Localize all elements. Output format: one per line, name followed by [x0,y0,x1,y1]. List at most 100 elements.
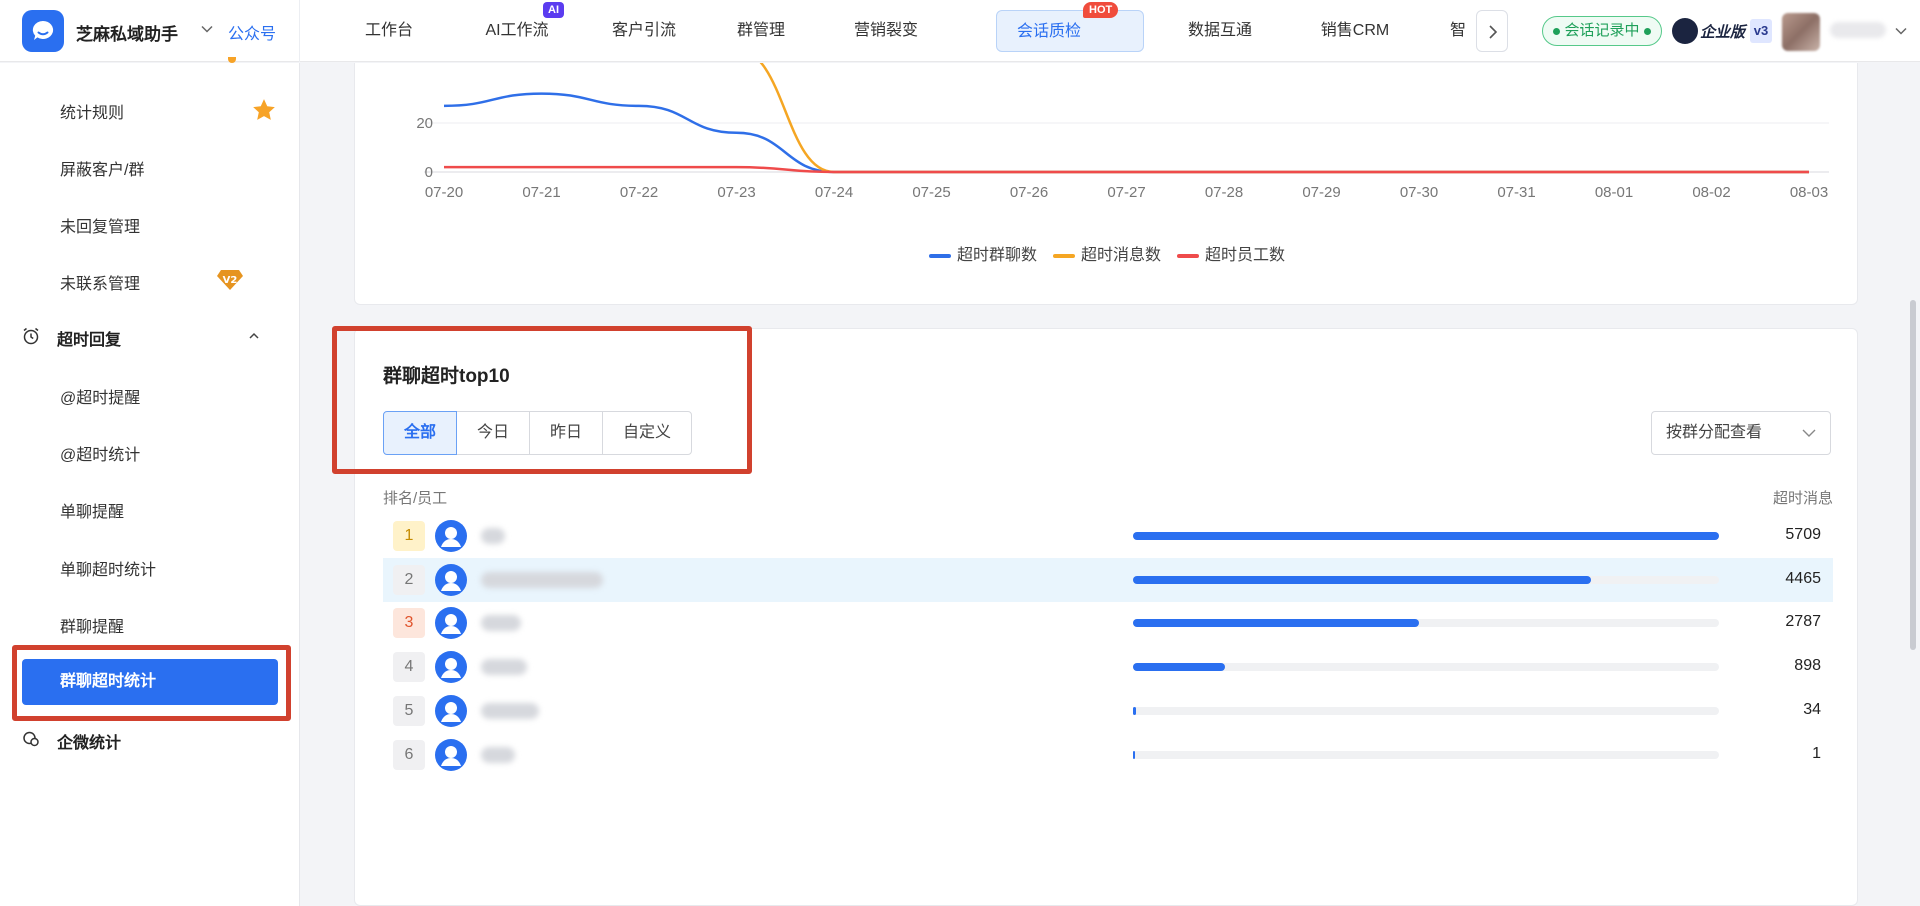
progress-track [1133,663,1719,672]
svg-text:V2: V2 [223,275,238,286]
table-row[interactable]: 61 [383,733,1833,777]
nav-item-customer-acquisition[interactable]: 客户引流 [604,10,684,52]
enterprise-logo-icon [1672,18,1698,44]
filter-tab-yesterday[interactable]: 昨日 [529,411,604,455]
legend-item-1[interactable]: 超时群聊数 [928,241,1037,265]
legend-label: 超时员工数 [1205,247,1286,264]
nav-item-sales-crm[interactable]: 销售CRM [1310,10,1400,52]
nav-item-label: AI工作流 [485,22,549,39]
table-row[interactable]: 3 2787 [383,601,1833,645]
user-icon [441,701,461,722]
rank-badge: 5 [393,695,425,726]
x-tick-label: 08-03 [1790,184,1828,201]
y-tick-label: 20 [416,115,433,132]
recording-status-text: 会话记录中 [1564,22,1640,39]
table-row[interactable]: 2 4465 [383,557,1833,602]
chevron-up-icon [249,332,259,339]
main-nav: 工作台 AI工作流 AI 客户引流 群管理 营销裂变 会话质检 HOT 数据互通… [300,0,1468,62]
view-mode-select[interactable]: 按群分配查看 [1651,411,1831,455]
user-avatar[interactable] [1782,13,1820,51]
filter-tab-all[interactable]: 全部 [383,411,458,455]
sidebar-item-at-timeout-stats[interactable]: @超时统计 [60,441,140,465]
avatar [435,563,467,596]
sidebar-item-uncontacted[interactable]: 未联系管理 [60,270,140,294]
sidebar-item-stat-rules[interactable]: 统计规则 [60,99,124,123]
filter-tab-custom[interactable]: 自定义 [602,411,693,455]
employee-name-blurred [481,659,527,676]
chevron-down-icon[interactable] [1894,24,1908,38]
status-dot-icon [1643,27,1651,35]
x-tick-label: 07-24 [815,184,853,201]
y-tick-label: 0 [425,164,433,181]
user-icon [441,745,461,766]
chart-legend: 超时群聊数 超时消息数 超时员工数 [355,241,1859,265]
avatar [435,651,467,684]
top-bar: 芝麻私域助手 公众号 工作台 AI工作流 AI 客户引流 群管理 营销裂变 会话… [0,0,1920,62]
alarm-clock-icon [23,327,39,345]
x-tick-label: 07-30 [1400,184,1438,201]
progress-track [1133,575,1719,584]
rank-badge: 3 [393,608,425,639]
sidebar-item-single-chat-timeout-stats[interactable]: 单聊超时统计 [60,556,156,580]
legend-item-3[interactable]: 超时员工数 [1177,241,1285,265]
nav-scroll-right-button[interactable] [1476,10,1508,52]
sidebar-item-at-timeout-alert[interactable]: @超时提醒 [60,384,140,408]
sidebar-item-group-chat-timeout-stats[interactable]: 群聊超时统计 [22,659,278,705]
account-type-switch[interactable]: 公众号 [228,20,276,44]
sidebar-item-single-chat-alert[interactable]: 单聊提醒 [60,498,124,522]
user-icon [441,570,461,591]
series-line-1 [443,92,1809,174]
sidebar-item-unreplied[interactable]: 未回复管理 [60,213,140,237]
sidebar-group-label: 超时回复 [57,332,122,349]
column-header-rank-employee: 排名/员工 [383,490,448,507]
progress-track [1133,706,1719,715]
star-icon [253,99,275,120]
page-scrollbar[interactable] [1910,300,1916,650]
employee-name-blurred [481,702,539,719]
timeout-message-count: 898 [1794,657,1821,675]
section-title: 群聊超时top10 [383,366,510,387]
x-tick-label: 07-26 [1010,184,1048,201]
progress-track [1133,532,1719,540]
sidebar-group-wecom-stats[interactable]: 企微统计 [22,729,272,752]
table-row[interactable]: 5 34 [383,689,1833,733]
legend-swatch [928,253,951,258]
x-tick-label: 07-31 [1497,184,1535,201]
progress-track [1133,750,1719,759]
user-name-blurred[interactable] [1830,22,1886,38]
app-logo-icon[interactable] [22,10,64,52]
sidebar-group-label: 企微统计 [57,735,122,752]
sidebar-item-block-customers[interactable]: 屏蔽客户/群 [60,156,144,180]
nav-item-marketing-fission[interactable]: 营销裂变 [846,10,926,52]
timeout-trend-chart-card: 07-20 07-21 07-22 07-23 07-24 07-25 07-26 07-27… [354,63,1858,305]
avatar [435,607,467,640]
version-badge: v3 [1750,19,1772,43]
table-row[interactable]: 1 5709 [383,514,1833,558]
user-icon [441,658,461,679]
nav-item-group-management[interactable]: 群管理 [726,10,796,52]
timeout-message-count: 1 [1812,744,1821,762]
chevron-down-icon[interactable] [200,22,214,36]
progress-bar [1133,619,1420,628]
sidebar-group-timeout-reply[interactable]: 超时回复 [22,326,272,349]
legend-item-2[interactable]: 超时消息数 [1052,241,1161,265]
x-tick-label: 07-23 [717,184,755,201]
legend-swatch [1177,253,1199,258]
x-tick-label: 07-21 [522,184,560,201]
nav-item-workbench[interactable]: 工作台 [354,10,424,52]
user-icon [441,614,461,635]
nav-item-session-inspection[interactable]: 会话质检 [996,10,1144,52]
rank-badge: 4 [393,652,425,683]
table-row[interactable]: 4 898 [383,645,1833,689]
nav-item-truncated[interactable]: 智 [1450,10,1468,52]
progress-bar [1133,575,1592,584]
x-tick-label: 08-01 [1595,184,1633,201]
filter-tab-today[interactable]: 今日 [456,411,531,455]
user-icon [441,527,461,547]
nav-item-data-sync[interactable]: 数据互通 [1180,10,1260,52]
rank-badge: 2 [393,564,425,595]
x-tick-label: 07-22 [620,184,658,201]
progress-bar [1133,750,1136,759]
recording-status-badge[interactable]: 会话记录中 [1542,16,1662,46]
sidebar-item-group-chat-alert[interactable]: 群聊提醒 [60,613,124,637]
